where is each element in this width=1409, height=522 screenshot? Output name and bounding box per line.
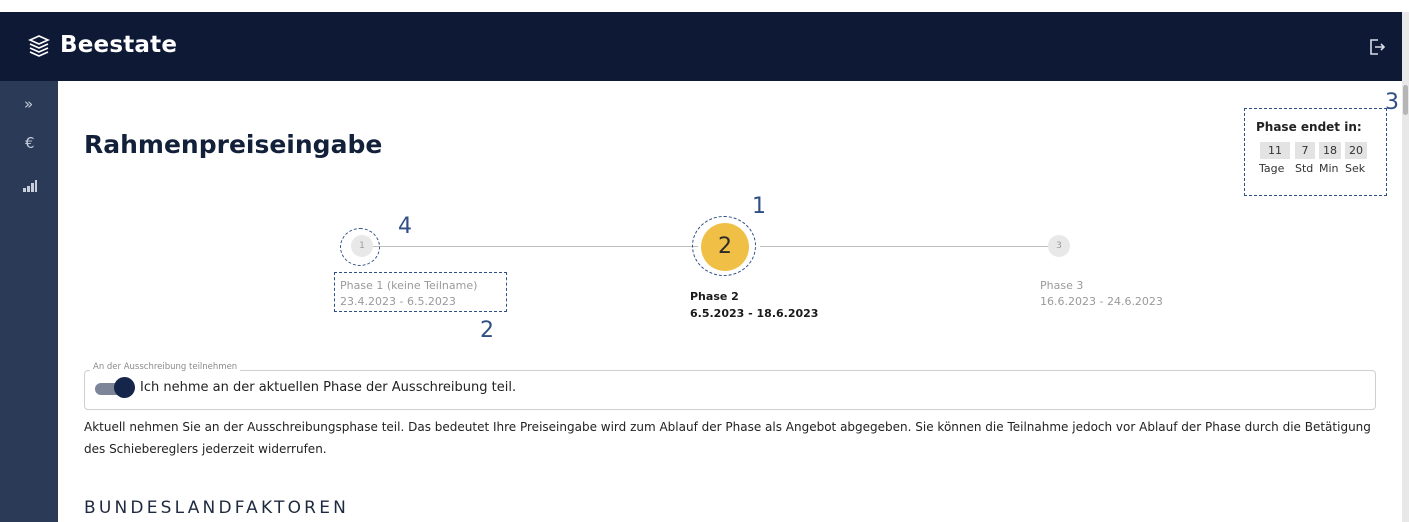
participation-info-text: Aktuell nehmen Sie an der Ausschreibungs… — [84, 420, 1371, 456]
page-title: Rahmenpreiseingabe — [84, 130, 383, 159]
annotation-circle-step-1 — [340, 228, 380, 266]
participation-label[interactable]: Ich nehme an der aktuellen Phase der Aus… — [140, 380, 516, 395]
stacked-layers-icon — [28, 35, 50, 63]
timer-seconds: 20 — [1345, 142, 1367, 159]
euro-icon[interactable]: € — [25, 134, 35, 152]
annotation-3: 3 — [1385, 90, 1399, 115]
app-title[interactable]: Beestate — [60, 32, 177, 58]
top-strip — [0, 0, 1409, 12]
sidebar: » € — [0, 81, 58, 522]
timer-days: 11 — [1260, 142, 1290, 159]
participation-toggle-knob[interactable] — [114, 377, 135, 398]
scrollbar-thumb[interactable] — [1403, 85, 1408, 115]
step-3-circle[interactable]: 3 — [1048, 235, 1070, 257]
timer-unit-seconds: Sek — [1345, 162, 1366, 175]
app-header: Beestate — [0, 12, 1402, 81]
timer-label: Phase endet in: — [1256, 120, 1362, 134]
bar-chart-icon[interactable] — [23, 177, 37, 196]
annotation-circle-step-2 — [692, 216, 756, 276]
timer-unit-minutes: Min — [1319, 162, 1339, 175]
timer-hours: 7 — [1295, 142, 1315, 159]
participation-legend: An der Ausschreibung teilnehmen — [90, 362, 241, 372]
stepper-connector — [760, 246, 1048, 247]
logout-icon[interactable] — [1368, 38, 1386, 60]
stepper-connector — [365, 246, 698, 247]
timer-unit-hours: Std — [1295, 162, 1314, 175]
annotation-4: 4 — [398, 214, 412, 239]
phase-1-dates: 23.4.2023 - 6.5.2023 — [340, 295, 456, 308]
phase-2-name: Phase 2 — [690, 290, 739, 303]
phase-1-name: Phase 1 (keine Teilname) — [340, 279, 478, 292]
phase-3-name: Phase 3 — [1040, 279, 1084, 292]
annotation-2: 2 — [480, 318, 494, 343]
phase-3-dates: 16.6.2023 - 24.6.2023 — [1040, 295, 1163, 308]
timer-minutes: 18 — [1319, 142, 1341, 159]
phase-2-dates: 6.5.2023 - 18.6.2023 — [690, 307, 819, 320]
timer-unit-days: Tage — [1259, 162, 1285, 175]
section-heading: BUNDESLANDFAKTOREN — [84, 498, 350, 518]
chevron-double-right-icon[interactable]: » — [24, 95, 33, 113]
annotation-1: 1 — [752, 194, 766, 219]
